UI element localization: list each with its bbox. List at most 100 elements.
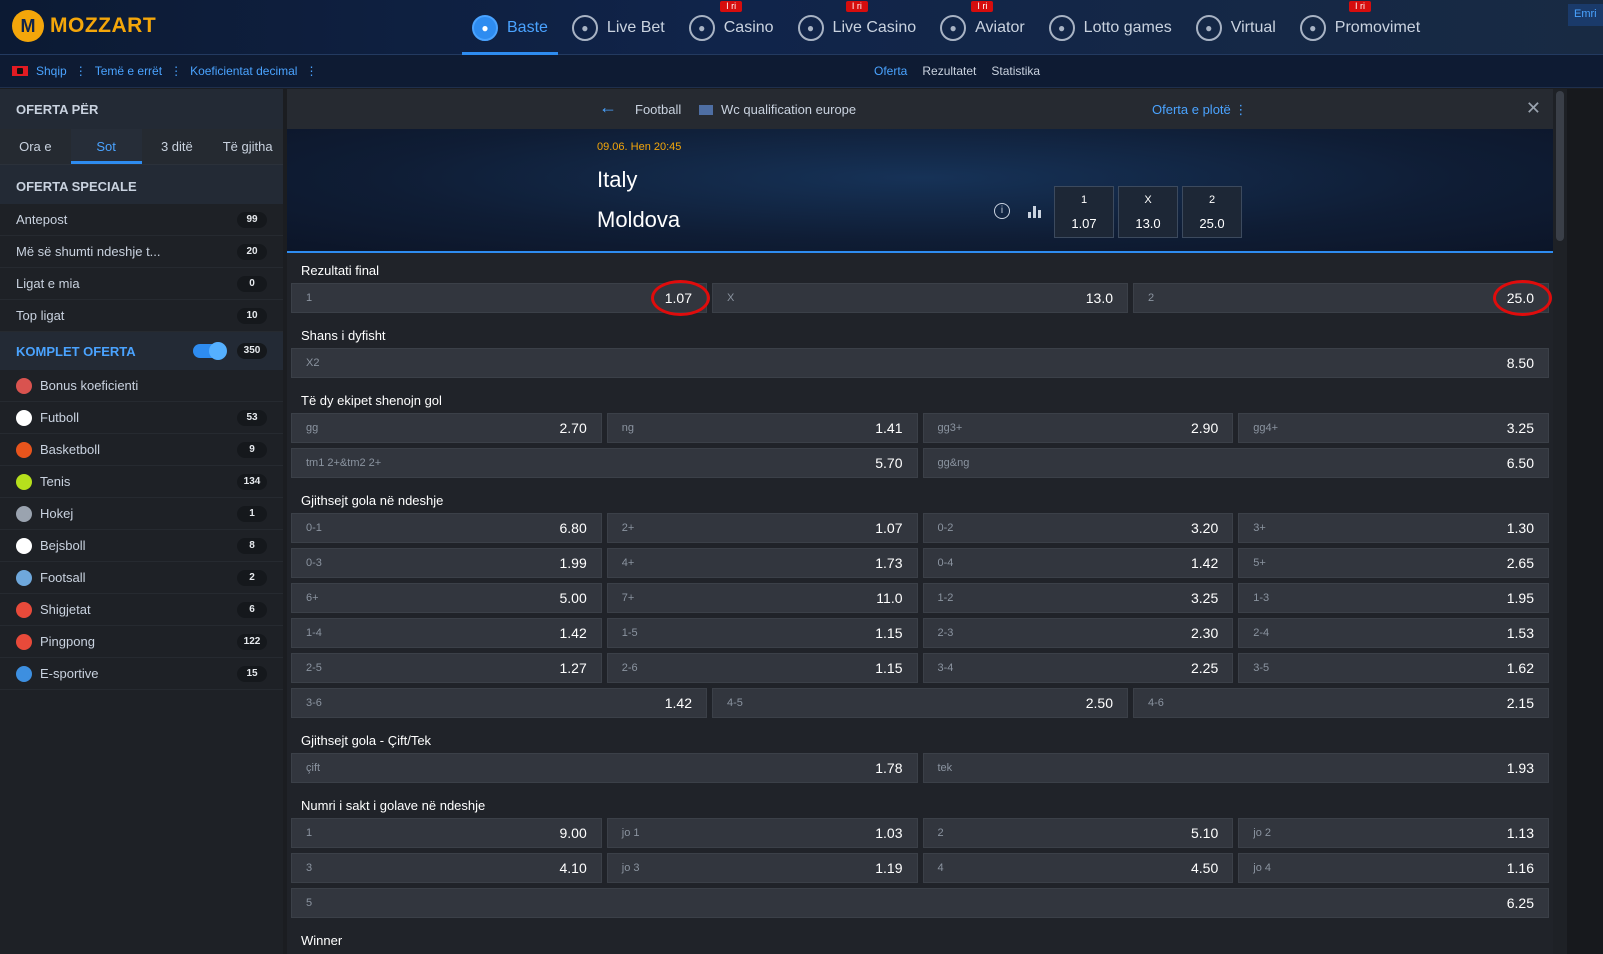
sport-item-bejsboll[interactable]: Bejsboll 8	[0, 530, 283, 562]
odd-button[interactable]: 1-2 3.25	[922, 583, 1234, 613]
nav-live-bet[interactable]: ● Live Bet	[560, 0, 677, 55]
back-arrow-icon[interactable]: ←	[599, 97, 617, 118]
scrollbar-thumb[interactable]	[1556, 91, 1564, 241]
theme-select[interactable]: Temë e errët	[95, 64, 162, 78]
odd-button[interactable]: gg 2.70	[291, 413, 602, 443]
odds-row: 5 6.25	[291, 888, 1549, 918]
info-icon[interactable]: i	[994, 203, 1010, 219]
odd-button[interactable]: 4 4.50	[922, 853, 1234, 883]
odd-button[interactable]: çift 1.78	[291, 753, 918, 783]
odd-button[interactable]: 4+ 1.73	[606, 548, 918, 578]
odd-button[interactable]: 3-5 1.62	[1238, 653, 1549, 683]
odd-button[interactable]: 1-3 1.95	[1238, 583, 1549, 613]
odd-button[interactable]: 3+ 1.30	[1238, 513, 1549, 543]
odd-button[interactable]: 1-5 1.15	[606, 618, 918, 648]
odd-button[interactable]: 2 5.10	[922, 818, 1234, 848]
tab-rezultatet[interactable]: Rezultatet	[922, 64, 976, 78]
odd-button[interactable]: ng 1.41	[606, 413, 918, 443]
odd-value: 1.03	[875, 825, 903, 841]
quick-odd-button[interactable]: 2 25.0	[1182, 186, 1242, 238]
odd-button[interactable]: gg&ng 6.50	[922, 448, 1549, 478]
sport-item-tenis[interactable]: Tenis 134	[0, 466, 283, 498]
odd-button[interactable]: X 13.0	[712, 283, 1128, 313]
language-select[interactable]: Shqip	[36, 64, 67, 78]
tab-3-days[interactable]: 3 ditë	[142, 129, 213, 164]
mozzart-logo[interactable]: M MOZZART	[12, 10, 156, 42]
odd-button[interactable]: jo 4 1.16	[1238, 853, 1549, 883]
odd-button[interactable]: 7+ 11.0	[606, 583, 918, 613]
odd-button[interactable]: 4-5 2.50	[712, 688, 1128, 718]
odd-button[interactable]: 0-3 1.99	[291, 548, 602, 578]
odd-button[interactable]: X2 8.50	[291, 348, 1549, 378]
tab-hour[interactable]: Ora e	[0, 129, 71, 164]
odd-button[interactable]: 2 25.0	[1133, 280, 1552, 316]
more-icon[interactable]: ⋮	[305, 64, 317, 78]
odd-button[interactable]: 3-4 2.25	[922, 653, 1234, 683]
odd-button[interactable]: 0-4 1.42	[922, 548, 1234, 578]
special-offer-item[interactable]: Ligat e mia 0	[0, 268, 283, 300]
odd-button[interactable]: jo 3 1.19	[606, 853, 918, 883]
more-icon[interactable]: ⋮	[170, 64, 182, 78]
statistics-icon[interactable]	[1028, 204, 1041, 218]
odd-button[interactable]: 5+ 2.65	[1238, 548, 1549, 578]
tab-all[interactable]: Të gjitha	[212, 129, 283, 164]
sport-item-e-sportive[interactable]: E-sportive 15	[0, 658, 283, 690]
odd-button[interactable]: 2-4 1.53	[1238, 618, 1549, 648]
komplet-oferta-row[interactable]: KOMPLET OFERTA 350	[0, 332, 283, 370]
odd-button[interactable]: gg3+ 2.90	[922, 413, 1234, 443]
breadcrumb-competition[interactable]: Wc qualification europe	[699, 102, 856, 117]
odd-button[interactable]: 3 4.10	[291, 853, 602, 883]
odd-button[interactable]: 3-6 1.42	[291, 688, 707, 718]
tab-statistika[interactable]: Statistika	[991, 64, 1040, 78]
odd-button[interactable]: 1 9.00	[291, 818, 602, 848]
odd-button[interactable]: 2+ 1.07	[606, 513, 918, 543]
sport-item-pingpong[interactable]: Pingpong 122	[0, 626, 283, 658]
full-offer-link[interactable]: Oferta e plotë ⋮	[1152, 102, 1247, 118]
odd-button[interactable]: 0-1 6.80	[291, 513, 602, 543]
quick-odd-button[interactable]: 1 1.07	[1054, 186, 1114, 238]
odd-button[interactable]: 2-5 1.27	[291, 653, 602, 683]
special-offer-item[interactable]: Antepost 99	[0, 204, 283, 236]
odd-button[interactable]: 2-3 2.30	[922, 618, 1234, 648]
odd-button[interactable]: 1-4 1.42	[291, 618, 602, 648]
special-offer-item[interactable]: Top ligat 10	[0, 300, 283, 332]
odd-button[interactable]: 0-2 3.20	[922, 513, 1234, 543]
more-icon[interactable]: ⋮	[75, 64, 87, 78]
account-button[interactable]: Emri	[1568, 4, 1603, 26]
odd-button[interactable]: 4-6 2.15	[1133, 688, 1549, 718]
nav-virtual[interactable]: ● Virtual	[1184, 0, 1288, 55]
tab-today[interactable]: Sot	[70, 129, 142, 164]
odd-button[interactable]: tm1 2+&tm2 2+ 5.70	[291, 448, 918, 478]
nav-lotto-games[interactable]: ● Lotto games	[1037, 0, 1184, 55]
nav-casino[interactable]: I ri ● Casino	[677, 0, 786, 55]
nav-promovimet[interactable]: I ri ● Promovimet	[1288, 0, 1432, 55]
sport-item-hokej[interactable]: Hokej 1	[0, 498, 283, 530]
sport-item-footsall[interactable]: Footsall 2	[0, 562, 283, 594]
sport-item-shigjetat[interactable]: Shigjetat 6	[0, 594, 283, 626]
quick-odd-button[interactable]: X 13.0	[1118, 186, 1178, 238]
sport-label: Bonus koeficienti	[40, 378, 139, 393]
komplet-oferta-toggle[interactable]	[193, 342, 227, 360]
odd-value: 2.70	[559, 420, 587, 436]
sport-item-bonus-koeficienti[interactable]: Bonus koeficienti	[0, 370, 283, 402]
nav-baste[interactable]: ● Baste	[460, 0, 560, 55]
odd-button[interactable]: 5 6.25	[291, 888, 1549, 918]
special-offer-item[interactable]: Më së shumti ndeshje t... 20	[0, 236, 283, 268]
close-icon[interactable]: ✕	[1526, 98, 1541, 119]
odd-button[interactable]: gg4+ 3.25	[1238, 413, 1549, 443]
sport-item-basketboll[interactable]: Basketboll 9	[0, 434, 283, 466]
nav-live-casino[interactable]: I ri ● Live Casino	[786, 0, 929, 55]
odd-button[interactable]: jo 2 1.13	[1238, 818, 1549, 848]
odd-button[interactable]: jo 1 1.03	[606, 818, 918, 848]
tab-oferta[interactable]: Oferta	[874, 64, 907, 78]
scrollbar[interactable]	[1553, 89, 1567, 954]
sport-item-futboll[interactable]: Futboll 53	[0, 402, 283, 434]
odds-format-select[interactable]: Koeficientat decimal	[190, 64, 297, 78]
nav-aviator[interactable]: I ri ● Aviator	[928, 0, 1037, 55]
odd-button[interactable]: 6+ 5.00	[291, 583, 602, 613]
breadcrumb-sport[interactable]: Football	[635, 102, 681, 117]
odd-button[interactable]: 2-6 1.15	[606, 653, 918, 683]
odd-button[interactable]: 1 1.07	[291, 280, 710, 316]
odd-value: 6.80	[559, 520, 587, 536]
odd-button[interactable]: tek 1.93	[922, 753, 1549, 783]
